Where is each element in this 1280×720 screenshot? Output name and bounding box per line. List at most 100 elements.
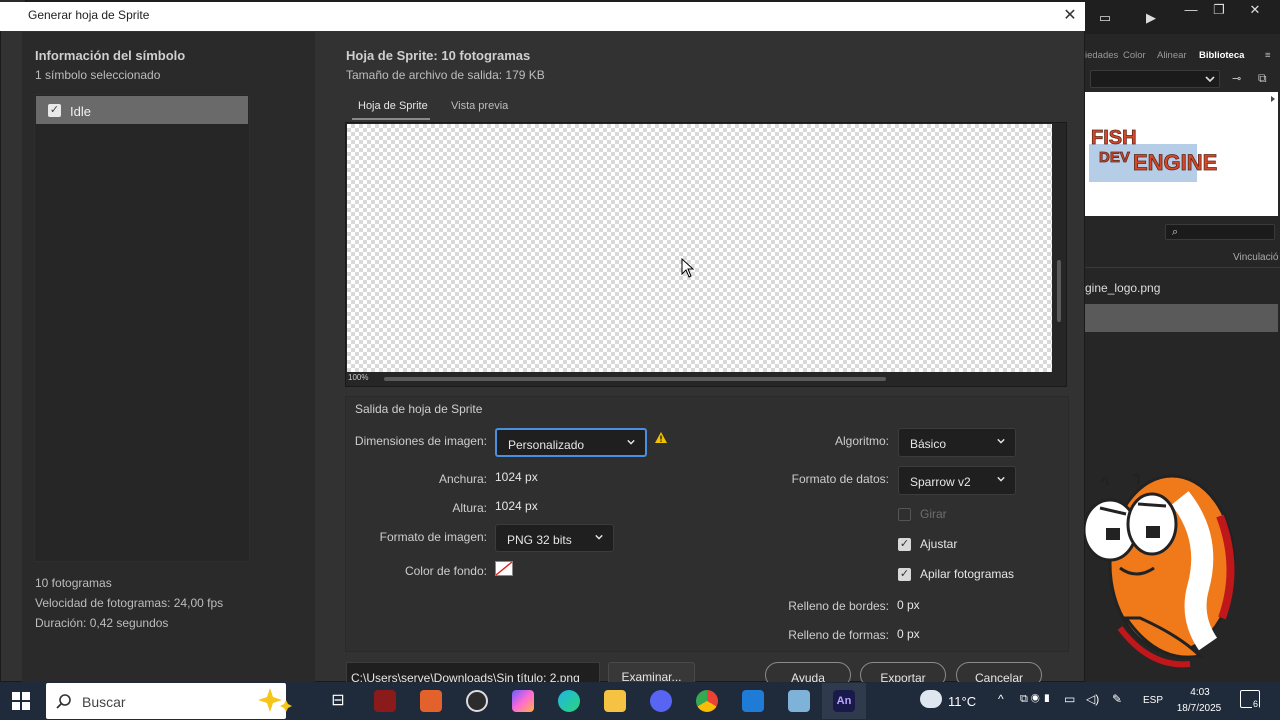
output-file-size: Tamaño de archivo de salida: 179 KB (346, 68, 545, 82)
image-dimensions-label: Dimensiones de imagen: (354, 434, 487, 448)
svg-text:FISH: FISH (1091, 127, 1137, 149)
symbol-list (34, 94, 250, 562)
app-icon-blue[interactable] (788, 690, 810, 712)
library-dropdown[interactable] (1090, 70, 1220, 88)
image-dimensions-dropdown[interactable]: Personalizado (495, 428, 647, 457)
app-close-icon[interactable]: ✕ (1245, 0, 1265, 20)
windows-start-icon[interactable] (12, 692, 30, 710)
library-preview: FISH DEV ENGINE (1085, 92, 1278, 216)
dialog-close-icon[interactable]: ✕ (1060, 6, 1080, 26)
app-icon-red[interactable] (374, 690, 396, 712)
app-icon-circle[interactable] (466, 690, 488, 712)
width-value[interactable]: 1024 px (495, 470, 538, 484)
animate-icon[interactable]: An (833, 690, 855, 712)
border-padding-value[interactable]: 0 px (897, 598, 920, 612)
background-color-swatch[interactable] (495, 561, 513, 576)
tab-align[interactable]: Alinear (1157, 50, 1187, 61)
sprite-preview-canvas[interactable] (347, 124, 1052, 372)
temperature[interactable]: 11°C (948, 694, 976, 709)
shape-padding-value[interactable]: 0 px (897, 627, 920, 641)
tab-preview[interactable]: Vista previa (451, 100, 508, 112)
task-view-icon[interactable]: ⊟ (327, 690, 349, 712)
rotate-checkbox[interactable] (898, 508, 911, 521)
edge-icon[interactable] (558, 690, 580, 712)
taskbar-search-placeholder: Buscar (82, 694, 126, 710)
rotate-label: Girar (920, 507, 947, 521)
stack-frames-checkbox[interactable]: ✓ (898, 568, 911, 581)
frame-rate: Velocidad de fotogramas: 24,00 fps (35, 596, 224, 610)
width-label: Anchura: (438, 472, 487, 486)
restore-icon[interactable]: ❐ (1209, 0, 1229, 20)
fish-character-image (1082, 473, 1236, 668)
test-movie-icon[interactable]: ▶ (1141, 8, 1161, 28)
duration: Duración: 0,42 segundos (35, 616, 169, 630)
symbols-selected-count: 1 símbolo seleccionado (35, 68, 161, 82)
panel-menu-icon[interactable]: ≡ (1265, 50, 1271, 61)
output-path-input[interactable]: C:\Users\serve\Downloads\Sin título: 2.p… (346, 662, 600, 685)
height-value[interactable]: 1024 px (495, 499, 538, 513)
search-icon: ⌕ (1172, 226, 1179, 238)
trim-checkbox[interactable]: ✓ (898, 538, 911, 551)
zoom-level: 100% (348, 373, 369, 382)
fish-dev-engine-logo: FISH DEV ENGINE (1089, 96, 1275, 182)
chevron-down-icon (627, 439, 635, 445)
library-item-selected[interactable] (1085, 304, 1278, 332)
svg-text:DEV: DEV (1099, 149, 1130, 166)
vertical-scrollbar[interactable] (1057, 260, 1061, 322)
symbol-name: Idle (70, 104, 91, 119)
pin-icon[interactable]: ⊸ (1232, 72, 1241, 85)
symbol-checkbox[interactable]: ✓ (48, 104, 61, 117)
new-library-icon[interactable]: ⧉ (1258, 71, 1267, 86)
image-dimensions-value: Personalizado (508, 438, 585, 452)
image-format-dropdown[interactable]: PNG 32 bits (495, 524, 614, 552)
linkage-column-header[interactable]: Vinculació (1233, 252, 1278, 263)
browse-button[interactable]: Examinar... (608, 662, 695, 684)
algorithm-label: Algoritmo: (834, 434, 889, 448)
border-padding-label: Relleno de bordes: (788, 599, 889, 613)
network-icon[interactable]: ▭ (1064, 692, 1075, 706)
copilot-icon[interactable] (512, 690, 534, 712)
library-item-label: gine_logo.png (1085, 281, 1161, 295)
chevron-down-icon (1205, 76, 1215, 83)
library-item[interactable]: gine_logo.png (1085, 278, 1280, 298)
panel-tabs: iedades Color Alinear Biblioteca ≡ (1085, 46, 1280, 66)
chevron-down-icon (997, 476, 1005, 482)
mouse-cursor-icon (681, 258, 695, 278)
library-search-input[interactable]: ⌕ (1165, 224, 1275, 240)
shape-padding-label: Relleno de formas: (788, 628, 889, 642)
pen-icon[interactable]: ✎ (1112, 692, 1122, 706)
dialog-title: Generar hoja de Sprite (28, 8, 150, 22)
input-language[interactable]: ESP (1143, 695, 1163, 706)
tab-library[interactable]: Biblioteca (1199, 50, 1244, 61)
clock-time[interactable]: 4:03 (1180, 687, 1220, 698)
library-columns: Vinculació (1085, 248, 1280, 268)
chevron-down-icon (997, 438, 1005, 444)
tab-color[interactable]: Color (1123, 50, 1146, 61)
data-format-dropdown[interactable]: Sparrow v2 (898, 466, 1016, 495)
store-icon[interactable] (420, 690, 442, 712)
panel-toggle-icon[interactable]: ▭ (1095, 8, 1115, 28)
weather-icon[interactable] (920, 690, 942, 708)
height-label: Altura: (452, 501, 487, 515)
algorithm-value: Básico (910, 437, 947, 451)
discord-icon[interactable] (650, 690, 672, 712)
clock-date[interactable]: 18/7/2025 (1172, 703, 1226, 714)
dialog-titlebar (0, 2, 1085, 31)
symbol-list-item[interactable] (36, 96, 248, 124)
background-color-label: Color de fondo: (404, 564, 487, 578)
symbol-info-title: Información del símbolo (35, 48, 186, 63)
tab-properties[interactable]: iedades (1085, 50, 1118, 61)
frame-count: 10 fotogramas (35, 576, 112, 590)
vscode-icon[interactable] (742, 690, 764, 712)
chrome-icon[interactable] (696, 690, 718, 712)
algorithm-dropdown[interactable]: Básico (898, 428, 1016, 457)
tray-icons[interactable]: ⧉ ◉ ▮ (1020, 693, 1051, 706)
minimize-icon[interactable]: — (1181, 0, 1201, 20)
tray-chevron-icon[interactable]: ^ (998, 692, 1004, 706)
warning-icon (655, 432, 667, 443)
file-explorer-icon[interactable] (604, 690, 626, 712)
tab-sprite-sheet[interactable]: Hoja de Sprite (358, 100, 428, 112)
volume-icon[interactable]: ◁) (1086, 692, 1099, 706)
search-icon (56, 694, 71, 709)
horizontal-scrollbar[interactable] (384, 377, 886, 381)
